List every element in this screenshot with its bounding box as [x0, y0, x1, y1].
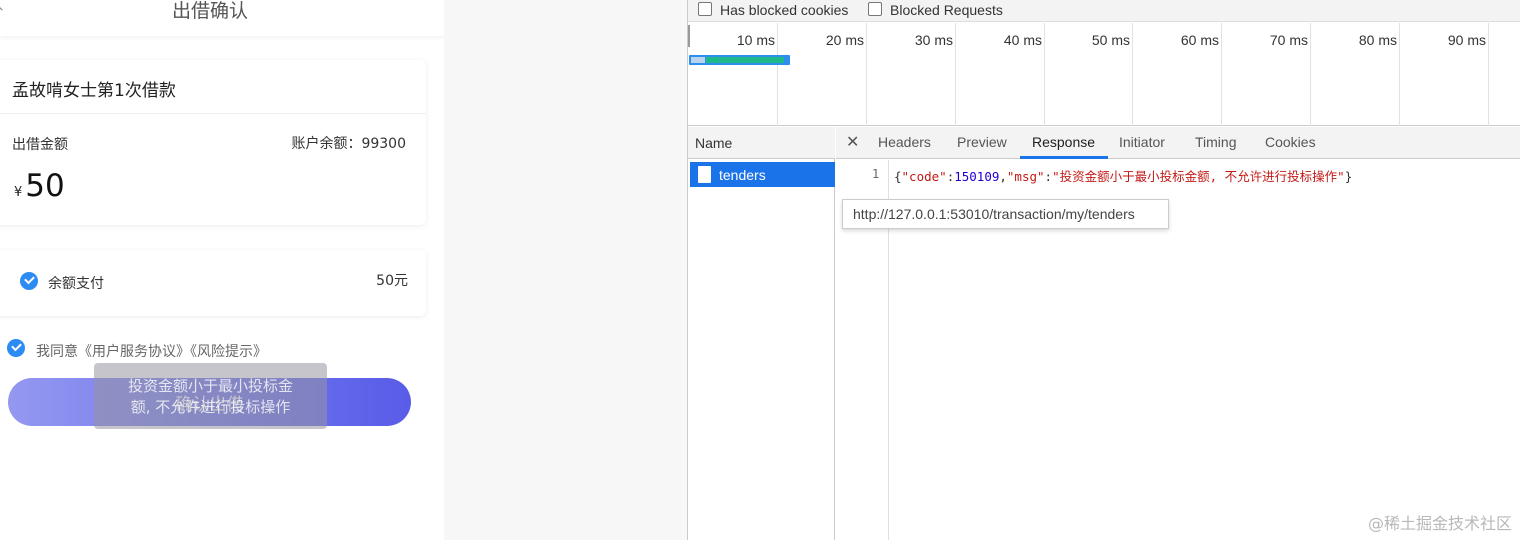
- tick-label: 40 ms: [1003, 32, 1042, 48]
- close-icon[interactable]: ✕: [846, 132, 859, 152]
- tick-label: 20 ms: [825, 32, 864, 48]
- blocked-cookies-checkbox[interactable]: [698, 2, 712, 16]
- payment-amount: 50元: [376, 273, 408, 289]
- tab-preview[interactable]: Preview: [957, 134, 1007, 150]
- tick-label: 60 ms: [1180, 32, 1219, 48]
- amount-label: 出借金额: [12, 137, 68, 153]
- json-key-msg: "msg": [1006, 169, 1045, 184]
- tick-line: [777, 23, 778, 126]
- payment-card[interactable]: 余额支付 50元: [0, 250, 426, 316]
- json-value-code: 150109: [954, 169, 1000, 184]
- tick-line: [1221, 23, 1222, 126]
- detail-tabbar: ✕ Headers Preview Response Initiator Tim…: [836, 127, 1520, 159]
- amount-row[interactable]: ¥ 50: [14, 168, 65, 204]
- currency-symbol: ¥: [14, 185, 23, 200]
- tick-line: [1044, 23, 1045, 126]
- account-balance: 账户余额：99300: [291, 136, 406, 152]
- tick-label: 90 ms: [1447, 32, 1486, 48]
- toast-line-2: 额, 不允许进行投标操作: [130, 398, 291, 416]
- loan-title: 孟故啃女士第1次借款: [12, 81, 176, 101]
- loan-card: 孟故啃女士第1次借款 出借金额 账户余额：99300 ¥ 50: [0, 60, 426, 225]
- page-title: 出借确认: [171, 0, 248, 22]
- tab-headers[interactable]: Headers: [878, 134, 931, 150]
- agree-check-icon[interactable]: [7, 339, 25, 357]
- tick-line: [1399, 23, 1400, 126]
- blocked-requests-label[interactable]: Blocked Requests: [890, 2, 1003, 18]
- tick-label: 10 ms: [736, 32, 775, 48]
- request-list: Name tenders: [688, 127, 835, 540]
- payment-method-label: 余额支付: [48, 276, 104, 292]
- document-icon: [698, 166, 711, 183]
- error-toast: 投资金额小于最小投标金 额, 不允许进行投标操作: [94, 363, 327, 429]
- blank-gutter: [444, 0, 687, 540]
- tick-line: [1132, 23, 1133, 126]
- amount-input[interactable]: 50: [25, 168, 64, 204]
- name-column-header[interactable]: Name: [688, 127, 835, 159]
- tick-label: 50 ms: [1091, 32, 1130, 48]
- agreement-text[interactable]: 我同意《用户服务协议》《风险提示》: [36, 341, 267, 361]
- tick-line: [1488, 23, 1489, 126]
- tick-label: 70 ms: [1269, 32, 1308, 48]
- tick-label: 80 ms: [1358, 32, 1397, 48]
- devtools-network-panel: Has blocked cookies Blocked Requests 10 …: [687, 0, 1520, 540]
- tab-initiator[interactable]: Initiator: [1119, 134, 1165, 150]
- json-key-code: "code": [901, 169, 947, 184]
- tick-line: [955, 23, 956, 126]
- timeline-overview[interactable]: 10 ms 20 ms 30 ms 40 ms 50 ms 60 ms 70 m…: [688, 23, 1520, 126]
- response-json[interactable]: {"code":150109,"msg":"投资金额小于最小投标金额, 不允许进…: [894, 166, 1352, 185]
- request-name: tenders: [719, 166, 766, 183]
- timeline-start-marker: [688, 25, 690, 47]
- request-row-tenders[interactable]: tenders: [690, 162, 835, 187]
- json-value-msg: "投资金额小于最小投标金额, 不允许进行投标操作": [1052, 169, 1345, 184]
- url-tooltip: http://127.0.0.1:53010/transaction/my/te…: [842, 199, 1169, 229]
- timing-receiving-segment: [706, 57, 784, 63]
- tab-cookies[interactable]: Cookies: [1265, 134, 1316, 150]
- app-header: 出借确认: [0, 0, 444, 36]
- blocked-cookies-label[interactable]: Has blocked cookies: [720, 2, 848, 18]
- request-detail: ✕ Headers Preview Response Initiator Tim…: [836, 127, 1520, 540]
- tick-line: [1310, 23, 1311, 126]
- blocked-requests-checkbox[interactable]: [868, 2, 882, 16]
- active-tab-indicator: [1020, 156, 1108, 159]
- tick-label: 30 ms: [914, 32, 953, 48]
- divider: [0, 113, 426, 114]
- mobile-app-pane: 出借确认 孟故啃女士第1次借款 出借金额 账户余额：99300 ¥ 50 余额支…: [0, 0, 444, 540]
- line-number: 1: [872, 167, 880, 181]
- check-circle-icon[interactable]: [20, 272, 38, 290]
- timing-waiting-segment: [691, 57, 705, 63]
- tab-timing[interactable]: Timing: [1195, 134, 1237, 150]
- filter-bar: Has blocked cookies Blocked Requests: [688, 0, 1520, 22]
- tab-response[interactable]: Response: [1032, 134, 1095, 150]
- tick-line: [866, 23, 867, 126]
- watermark: @稀土掘金技术社区: [1367, 514, 1512, 533]
- toast-line-1: 投资金额小于最小投标金: [127, 377, 293, 395]
